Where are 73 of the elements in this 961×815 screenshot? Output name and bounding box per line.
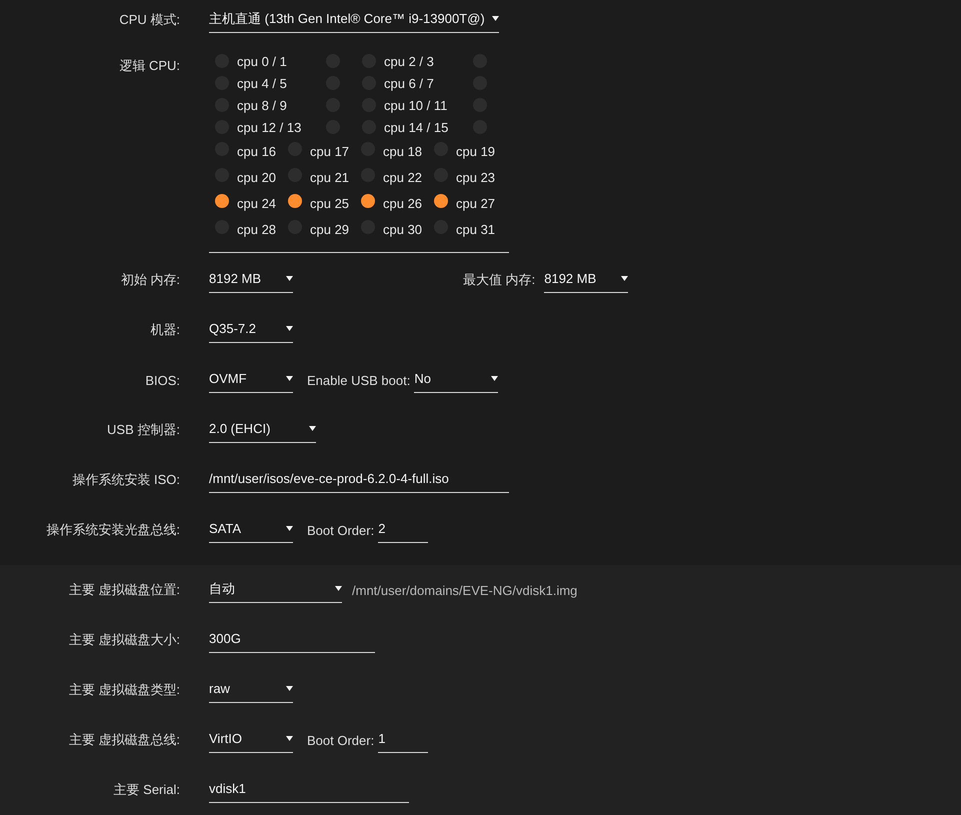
cpu-label: cpu 6 / 7 (384, 76, 435, 90)
cpu-label: cpu 29 (310, 222, 350, 236)
field-label: 操作系统安装 ISO: (71, 471, 180, 489)
field-label: 操作系统安装光盘总线: (45, 521, 180, 539)
input-field[interactable]: vdisk1 (209, 777, 409, 803)
cpu-label: cpu 19 (456, 144, 496, 158)
field-label: 机器: (149, 321, 180, 339)
input-field[interactable]: 1 (378, 727, 428, 753)
path-text: /mnt/user/domains/EVE-NG/vdisk1.img (352, 582, 578, 598)
field-label: Boot Order: (307, 732, 374, 748)
caret-icon (286, 326, 293, 331)
cpu-label: cpu 21 (310, 170, 350, 184)
dropdown[interactable]: 8192 MB (544, 267, 628, 293)
cpu-checkbox[interactable] (361, 194, 375, 208)
dropdown[interactable]: raw (209, 677, 293, 703)
input-field[interactable]: 300G (209, 627, 375, 653)
cpu-label: cpu 25 (310, 196, 350, 210)
field-label: 主要 虚拟磁盘类型: (68, 681, 180, 699)
field-label: Boot Order: (307, 522, 374, 538)
cpu-label: cpu 10 / 11 (384, 98, 448, 112)
cpu-label: cpu 16 (237, 144, 278, 158)
dropdown[interactable]: VirtIO (209, 727, 293, 753)
input-field[interactable]: 2 (378, 517, 428, 543)
field-label: CPU 模式: (118, 11, 180, 29)
caret-icon (335, 586, 342, 591)
field-label: BIOS: (144, 372, 180, 388)
caret-icon (621, 276, 628, 281)
cpu-label: cpu 12 / 13 (237, 120, 302, 134)
field-label: 主要 虚拟磁盘大小: (68, 631, 180, 649)
caret-icon (286, 276, 293, 281)
cpu-label: cpu 28 (237, 222, 278, 236)
cpu-label: cpu 0 / 1 (237, 54, 288, 68)
caret-icon (286, 686, 293, 691)
caret-icon (286, 376, 293, 381)
caret-icon (491, 376, 498, 381)
cpu-label: cpu 26 (383, 196, 424, 210)
cpu-label: cpu 30 (383, 222, 424, 236)
dropdown[interactable]: 2.0 (EHCI) (209, 417, 316, 443)
dropdown[interactable]: No (414, 367, 498, 393)
cpu-label: cpu 23 (456, 170, 496, 184)
cpu-label: cpu 4 / 5 (237, 76, 288, 90)
dropdown[interactable]: 8192 MB (209, 267, 293, 293)
cpu-label: cpu 14 / 15 (384, 120, 450, 134)
field-label: 主要 虚拟磁盘总线: (68, 731, 180, 749)
dropdown[interactable]: SATA (209, 517, 293, 543)
cpu-label: cpu 18 (383, 144, 424, 158)
field-label: USB 控制器: (106, 421, 180, 439)
caret-icon (309, 426, 316, 431)
field-label: 最大值 内存: (463, 271, 536, 289)
cpu-label: cpu 22 (383, 170, 424, 184)
field-label: 主要 虚拟磁盘位置: (68, 581, 180, 599)
caret-icon (286, 736, 293, 741)
cpu-label: cpu 31 (456, 222, 496, 236)
dropdown[interactable]: OVMF (209, 367, 293, 393)
cpu-label: cpu 24 (237, 196, 278, 210)
cpu-label: cpu 17 (310, 144, 350, 158)
cpu-label: cpu 27 (456, 196, 496, 210)
cpu-label: cpu 8 / 9 (237, 98, 288, 112)
input-field[interactable]: /mnt/user/isos/eve-ce-prod-6.2.0-4-full.iso (209, 467, 509, 493)
field-label: 逻辑 CPU: (118, 57, 180, 75)
cpu-label: cpu 20 (237, 170, 278, 184)
dropdown[interactable]: 主机直通 (13th Gen Intel® Core™ i9-13900T@) (209, 7, 499, 33)
field-label: 初始 内存: (120, 271, 180, 289)
field-label: 主要 Serial: (112, 781, 180, 799)
dropdown[interactable]: Q35-7.2 (209, 317, 293, 343)
caret-icon (492, 16, 499, 21)
cpu-label: cpu 2 / 3 (384, 54, 435, 68)
cpu-checkbox[interactable] (215, 194, 229, 208)
caret-icon (286, 526, 293, 531)
cpu-checkbox[interactable] (288, 194, 302, 208)
field-label: Enable USB boot: (307, 372, 410, 388)
dropdown[interactable]: 自动 (209, 577, 342, 603)
cpu-checkbox[interactable] (434, 194, 448, 208)
